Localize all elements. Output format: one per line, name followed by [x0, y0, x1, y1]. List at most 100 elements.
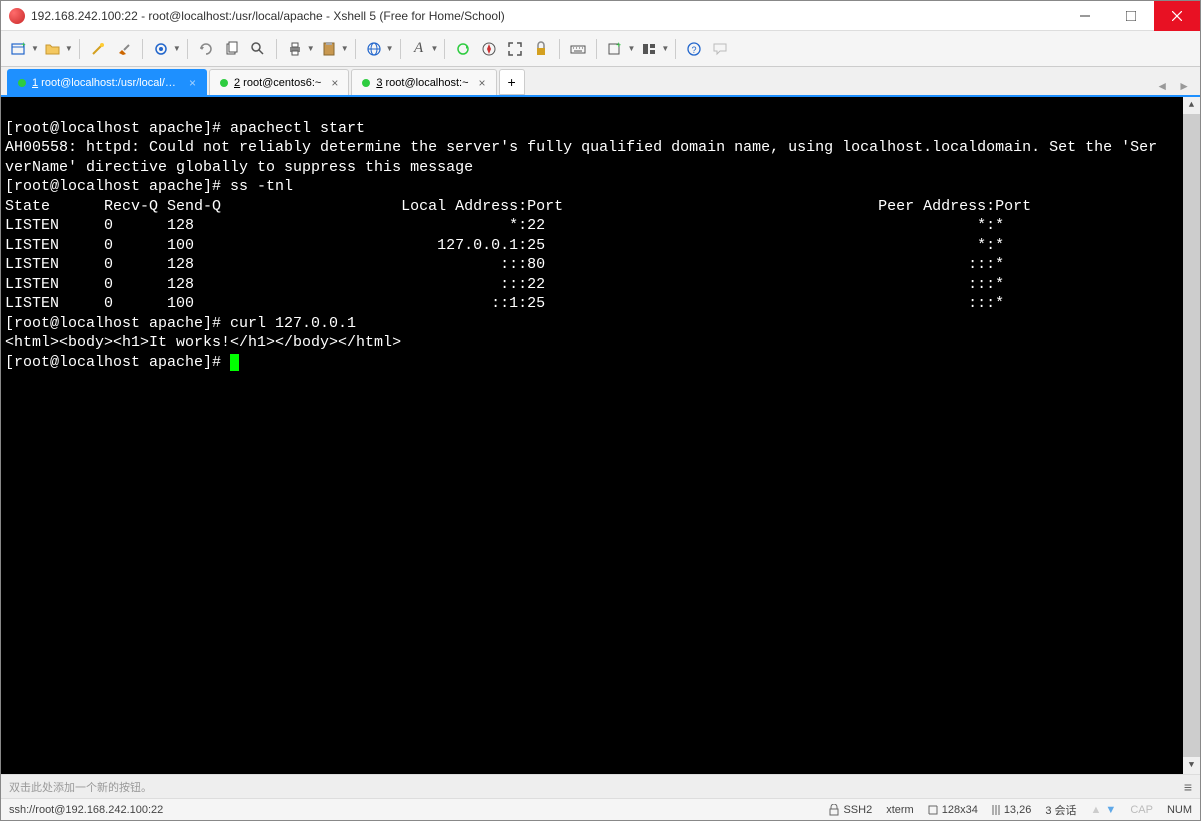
open-button[interactable] [41, 37, 65, 61]
lock-small-icon [829, 804, 839, 816]
minimize-button[interactable] [1062, 1, 1108, 31]
help-icon: ? [686, 41, 702, 57]
tab-label: 2 root@centos6:~ [234, 77, 321, 89]
session-tab-3[interactable]: 3 root@localhost:~ × [351, 69, 496, 95]
tab-bar: 1 root@localhost:/usr/local/a... × 2 roo… [1, 67, 1200, 97]
separator [187, 39, 188, 59]
status-dot-icon [18, 79, 26, 87]
brush-icon [116, 41, 132, 57]
terminal-area[interactable]: [root@localhost apache]# apachectl start… [1, 97, 1200, 774]
new-window-icon: + [11, 41, 27, 57]
ssh-status: SSH2 [829, 804, 872, 816]
reconnect-icon [198, 41, 214, 57]
gear-icon [153, 41, 169, 57]
compass-icon [481, 41, 497, 57]
separator [675, 39, 676, 59]
minimize-icon [1080, 11, 1090, 21]
fullscreen-button[interactable] [503, 37, 527, 61]
paste-button[interactable] [317, 37, 341, 61]
help-button[interactable]: ? [682, 37, 706, 61]
custom-bar-hint: 双击此处添加一个新的按钮。 [9, 779, 152, 795]
tab-navigation: ◄ ► [1152, 77, 1194, 95]
find-button[interactable] [246, 37, 270, 61]
lock-button[interactable] [529, 37, 553, 61]
dropdown-icon[interactable]: ▼ [431, 44, 439, 53]
connection-status: ssh://root@192.168.242.100:22 [9, 804, 815, 816]
wand-icon [90, 41, 106, 57]
tab-scroll-right[interactable]: ► [1174, 77, 1194, 95]
terminal-line: <html><body><h1>It works!</h1></body></h… [5, 334, 401, 351]
tab-close-button[interactable]: × [479, 76, 486, 90]
scroll-down-button[interactable]: ▼ [1183, 757, 1200, 774]
chat-button[interactable] [708, 37, 732, 61]
session-tab-2[interactable]: 2 root@centos6:~ × [209, 69, 349, 95]
svg-text:?: ? [692, 45, 697, 55]
encoding-button[interactable] [362, 37, 386, 61]
close-button[interactable] [1154, 1, 1200, 31]
terminal-line: [root@localhost apache]# [5, 354, 230, 371]
dropdown-icon[interactable]: ▼ [341, 44, 349, 53]
copy-button[interactable] [220, 37, 244, 61]
session-tab-1[interactable]: 1 root@localhost:/usr/local/a... × [7, 69, 207, 95]
scroll-track[interactable] [1183, 114, 1200, 757]
terminal-line: [root@localhost apache]# curl 127.0.0.1 [5, 315, 356, 332]
status-dot-icon [220, 79, 228, 87]
maximize-button[interactable] [1108, 1, 1154, 31]
font-button[interactable]: A [407, 37, 431, 61]
globe-icon [366, 41, 382, 57]
terminal-type: xterm [886, 804, 914, 816]
lock-icon [533, 41, 549, 57]
properties-button[interactable] [149, 37, 173, 61]
add-tab-button[interactable]: + [499, 69, 525, 95]
separator [79, 39, 80, 59]
tab-close-button[interactable]: × [189, 76, 196, 90]
main-toolbar: + ▼ ▼ ▼ ▼ ▼ ▼ A ▼ + ▼ ▼ ? [1, 31, 1200, 67]
terminal-line: State Recv-Q Send-Q Local Address:Port P… [5, 198, 1031, 215]
scroll-thumb[interactable] [1183, 114, 1200, 757]
terminal-line: verName' directive globally to suppress … [5, 159, 473, 176]
dropdown-icon[interactable]: ▼ [31, 44, 39, 53]
refresh-button[interactable] [451, 37, 475, 61]
dropdown-icon[interactable]: ▼ [173, 44, 181, 53]
chat-icon [712, 41, 728, 57]
compass-button[interactable] [477, 37, 501, 61]
tab-label: 1 root@localhost:/usr/local/a... [32, 77, 179, 89]
clipboard-icon [321, 41, 337, 57]
dropdown-icon[interactable]: ▼ [65, 44, 73, 53]
reconnect-button[interactable] [194, 37, 218, 61]
terminal-line: LISTEN 0 128 *:22 *:* [5, 217, 1004, 234]
tab-scroll-left[interactable]: ◄ [1152, 77, 1172, 95]
dropdown-icon[interactable]: ▼ [386, 44, 394, 53]
terminal-line: LISTEN 0 100 ::1:25 :::* [5, 295, 1004, 312]
font-icon: A [414, 40, 423, 57]
status-bar: ssh://root@192.168.242.100:22 SSH2 xterm… [1, 798, 1200, 820]
fullscreen-icon [507, 41, 523, 57]
printer-icon [287, 41, 303, 57]
dropdown-icon[interactable]: ▼ [307, 44, 315, 53]
separator [596, 39, 597, 59]
terminal-cursor [230, 354, 239, 371]
separator [142, 39, 143, 59]
svg-text:+: + [616, 41, 621, 50]
caps-lock-indicator: CAP [1130, 804, 1153, 816]
dropdown-icon[interactable]: ▼ [627, 44, 635, 53]
custom-button-bar[interactable]: 双击此处添加一个新的按钮。 ≡ [1, 774, 1200, 798]
custom-bar-menu-button[interactable]: ≡ [1184, 779, 1192, 795]
dropdown-icon[interactable]: ▼ [661, 44, 669, 53]
scroll-up-button[interactable]: ▲ [1183, 97, 1200, 114]
tab-close-button[interactable]: × [331, 76, 338, 90]
search-icon [250, 41, 266, 57]
pane-layout-button[interactable] [637, 37, 661, 61]
terminal-scrollbar[interactable]: ▲ ▼ [1183, 97, 1200, 774]
highlight-button[interactable] [112, 37, 136, 61]
pane-add-button[interactable]: + [603, 37, 627, 61]
wand-button[interactable] [86, 37, 110, 61]
terminal-line: [root@localhost apache]# apachectl start [5, 120, 365, 137]
keyboard-button[interactable] [566, 37, 590, 61]
refresh-icon [455, 41, 471, 57]
terminal-line: LISTEN 0 128 :::80 :::* [5, 256, 1004, 273]
print-button[interactable] [283, 37, 307, 61]
maximize-icon [1126, 11, 1136, 21]
cursor-position: 13,26 [992, 804, 1032, 816]
new-session-button[interactable]: + [7, 37, 31, 61]
